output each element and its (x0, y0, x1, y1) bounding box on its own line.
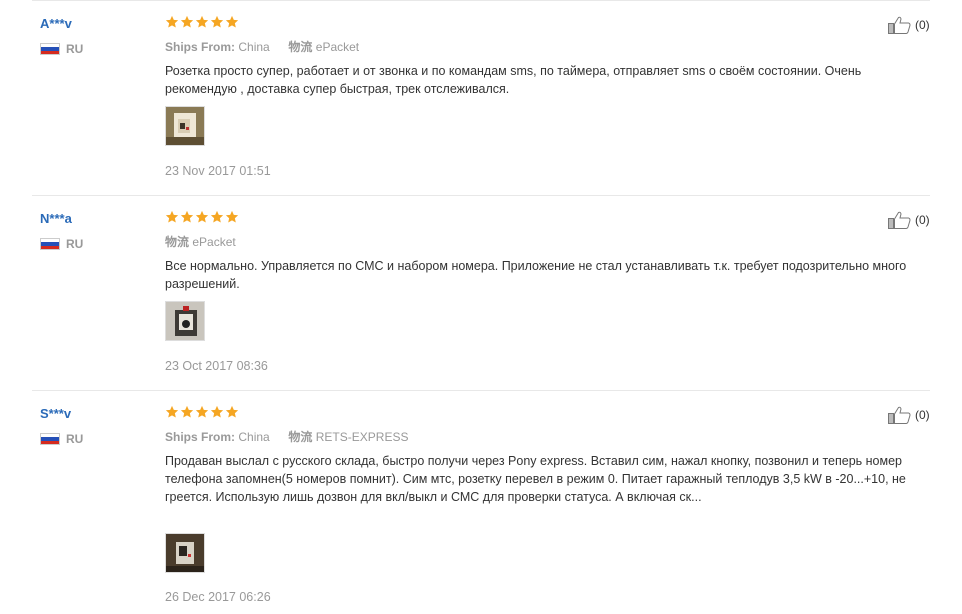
thumbs-up-icon (888, 16, 911, 34)
divider (32, 0, 930, 1)
logistics-label: 物流 (165, 235, 190, 249)
star-icon (180, 405, 194, 418)
star-icon (180, 15, 194, 28)
ships-from-label: Ships From: (165, 40, 236, 54)
logistics-label: 物流 (288, 40, 313, 54)
star-icon (225, 210, 239, 223)
star-icon (165, 15, 179, 28)
like-count: (0) (915, 213, 930, 227)
logistics-value: ePacket (192, 235, 236, 249)
shipping-info: 物流 ePacket (165, 233, 236, 250)
review-date: 23 Nov 2017 01:51 (165, 164, 271, 178)
star-icon (180, 210, 194, 223)
thumbs-up-icon (888, 211, 911, 229)
russia-flag-icon (40, 238, 60, 250)
review-photo[interactable] (165, 106, 205, 146)
review-photo[interactable] (165, 533, 205, 573)
review-text: Розетка просто супер, работает и от звон… (165, 64, 862, 96)
country-code: RU (66, 42, 84, 56)
ships-from-value: China (238, 40, 270, 54)
rating-stars (165, 15, 239, 29)
russia-flag-icon (40, 43, 60, 55)
star-icon (225, 15, 239, 28)
rating-stars (165, 405, 239, 419)
review-date: 23 Oct 2017 08:36 (165, 359, 268, 373)
country-code: RU (66, 432, 84, 446)
logistics-value: ePacket (315, 40, 360, 54)
divider (32, 390, 930, 391)
review-date: 26 Dec 2017 06:26 (165, 590, 271, 604)
logistics-value: RETS-EXPRESS (315, 430, 409, 444)
like-count: (0) (915, 408, 930, 422)
shipping-info: Ships From: China 物流 ePacket (165, 38, 359, 55)
review-text: Продаван выслал с русского склада, быстр… (165, 454, 906, 504)
review-text: Все нормально. Управляется по СМС и набо… (165, 259, 907, 291)
helpful-button[interactable]: (0) (888, 16, 930, 34)
star-icon (195, 15, 209, 28)
divider (32, 195, 930, 196)
star-icon (210, 405, 224, 418)
reviewer-name[interactable]: S***v (40, 406, 71, 421)
rating-stars (165, 210, 239, 224)
star-icon (210, 210, 224, 223)
reviewer-country: RU (40, 42, 83, 56)
reviews-page: A***v RU Ships From: China 物流 ePacket Ро… (0, 0, 962, 614)
reviewer-country: RU (40, 237, 83, 251)
logistics-label: 物流 (288, 430, 313, 444)
ships-from-label: Ships From: (165, 430, 236, 444)
star-icon (210, 15, 224, 28)
star-icon (225, 405, 239, 418)
review-photo[interactable] (165, 301, 205, 341)
ships-from-value: China (238, 430, 270, 444)
russia-flag-icon (40, 433, 60, 445)
helpful-button[interactable]: (0) (888, 406, 930, 424)
star-icon (165, 210, 179, 223)
country-code: RU (66, 237, 84, 251)
star-icon (195, 210, 209, 223)
star-icon (195, 405, 209, 418)
like-count: (0) (915, 18, 930, 32)
reviewer-name[interactable]: N***a (40, 211, 72, 226)
star-icon (165, 405, 179, 418)
thumbs-up-icon (888, 406, 911, 424)
reviewer-name[interactable]: A***v (40, 16, 72, 31)
helpful-button[interactable]: (0) (888, 211, 930, 229)
reviewer-country: RU (40, 432, 83, 446)
shipping-info: Ships From: China 物流 RETS-EXPRESS (165, 428, 408, 445)
